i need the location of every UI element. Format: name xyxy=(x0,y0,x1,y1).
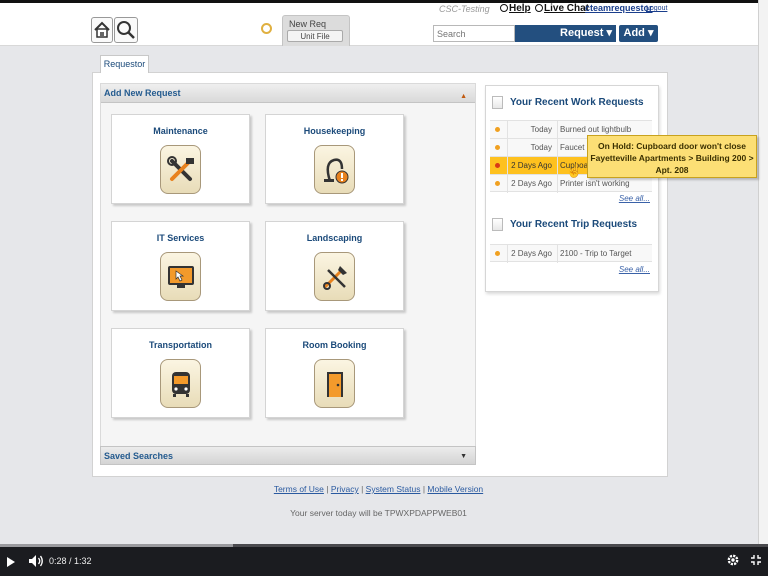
tile-housekeeping[interactable]: Housekeeping xyxy=(265,114,404,204)
help-link[interactable]: Help xyxy=(500,3,531,14)
tile-label: Landscaping xyxy=(306,233,363,243)
privacy-link[interactable]: Privacy xyxy=(331,484,359,494)
saved-searches-header[interactable]: Saved Searches ▼ xyxy=(100,446,476,465)
status-dot xyxy=(495,145,500,150)
tile-label: Maintenance xyxy=(153,126,208,136)
add-new-request-title: Add New Request xyxy=(104,88,181,98)
time-display: 0:28 / 1:32 xyxy=(49,556,92,566)
door-icon xyxy=(314,359,355,408)
request-desc: 2100 - Trip to Target xyxy=(557,245,652,263)
request-date: 2 Days Ago xyxy=(507,245,552,263)
clock-icon[interactable] xyxy=(261,23,272,34)
monitor-icon xyxy=(160,252,201,301)
trip-request-row[interactable]: 2 Days Ago 2100 - Trip to Target xyxy=(490,244,652,263)
recent-work-heading: Your Recent Work Requests xyxy=(510,97,644,108)
request-date: Today xyxy=(507,121,552,139)
see-all-trip-link[interactable]: See all... xyxy=(619,265,650,274)
search-button[interactable] xyxy=(114,17,138,43)
saved-searches-label: Saved Searches xyxy=(104,451,174,461)
collapse-arrow-icon[interactable]: ▲ xyxy=(460,87,467,106)
status-dot xyxy=(495,181,500,186)
video-progress-bar[interactable] xyxy=(0,544,768,547)
tooltip-line: On Hold: Cupboard door won't close xyxy=(598,141,746,151)
shovel-rake-icon xyxy=(314,252,355,301)
mobile-version-link[interactable]: Mobile Version xyxy=(427,484,483,494)
tile-maintenance[interactable]: Maintenance xyxy=(111,114,250,204)
home-button[interactable] xyxy=(91,17,113,43)
tile-label: Housekeeping xyxy=(303,126,366,136)
tab-requestor[interactable]: Requestor xyxy=(100,55,149,73)
bus-icon xyxy=(160,359,201,408)
unit-file-button[interactable]: Unit File xyxy=(287,30,343,42)
request-tooltip: On Hold: Cupboard door won't close Fayet… xyxy=(587,135,757,178)
document-icon xyxy=(492,96,503,109)
status-dot xyxy=(495,163,500,168)
tooltip-line: Apt. 208 xyxy=(655,165,689,175)
tile-transportation[interactable]: Transportation xyxy=(111,328,250,418)
new-req-tab[interactable]: New Req Unit File xyxy=(282,15,350,46)
request-date: 2 Days Ago xyxy=(507,175,552,193)
video-progress-fill xyxy=(0,544,234,547)
home-icon xyxy=(94,21,110,38)
video-controls: 0:28 / 1:32 xyxy=(0,544,768,576)
volume-icon[interactable] xyxy=(28,554,44,568)
add-dropdown[interactable]: Add ▾ xyxy=(619,25,658,42)
request-date: 2 Days Ago xyxy=(507,157,552,175)
username-link[interactable]: cteamrequestor xyxy=(585,3,653,13)
live-chat-link[interactable]: Live Chat xyxy=(535,3,589,14)
tile-landscaping[interactable]: Landscaping xyxy=(265,221,404,311)
tile-room-booking[interactable]: Room Booking xyxy=(265,328,404,418)
help-icon xyxy=(500,4,508,12)
see-all-work-link[interactable]: See all... xyxy=(619,194,650,203)
hand-cursor-icon: ☝ xyxy=(566,163,583,178)
tile-it-services[interactable]: IT Services xyxy=(111,221,250,311)
tile-label: IT Services xyxy=(156,233,205,243)
search-input[interactable] xyxy=(433,25,515,42)
help-label: Help xyxy=(509,3,531,14)
fullscreen-exit-icon[interactable] xyxy=(750,554,762,566)
logout-link[interactable]: Logout xyxy=(646,5,667,12)
server-text: Your server today will be TPWXPDAPPWEB01 xyxy=(290,508,467,518)
recent-requests-panel: Your Recent Work Requests Today Burned o… xyxy=(485,85,659,292)
add-new-request-header[interactable]: Add New Request ▲ xyxy=(101,84,475,103)
add-new-request-section: Add New Request ▲ Maintenance Housekeepi… xyxy=(100,83,476,463)
footer-links: Terms of Use | Privacy | System Status |… xyxy=(273,484,484,494)
play-icon[interactable] xyxy=(7,557,15,567)
request-date: Today xyxy=(507,139,552,157)
document-icon xyxy=(492,218,503,231)
gear-icon[interactable] xyxy=(726,553,740,567)
expand-arrow-icon[interactable]: ▼ xyxy=(460,448,467,466)
vacuum-icon xyxy=(314,145,355,194)
status-dot xyxy=(495,127,500,132)
recent-trip-heading: Your Recent Trip Requests xyxy=(510,219,638,230)
right-scroll-edge[interactable] xyxy=(758,0,768,548)
tooltip-line: Fayetteville Apartments > Building 200 > xyxy=(590,153,754,163)
status-dot xyxy=(495,251,500,256)
chat-icon xyxy=(535,4,543,12)
new-req-label: New Req xyxy=(289,19,327,29)
environment-label: CSC-Testing xyxy=(439,4,490,14)
tile-label: Transportation xyxy=(148,340,212,350)
system-status-link[interactable]: System Status xyxy=(366,484,421,494)
terms-link[interactable]: Terms of Use xyxy=(274,484,324,494)
search-icon xyxy=(117,21,135,39)
tile-label: Room Booking xyxy=(302,340,367,350)
live-chat-label: Live Chat xyxy=(544,3,590,14)
request-dropdown[interactable]: Request ▾ xyxy=(515,25,616,42)
wrench-hammer-icon xyxy=(160,145,201,194)
